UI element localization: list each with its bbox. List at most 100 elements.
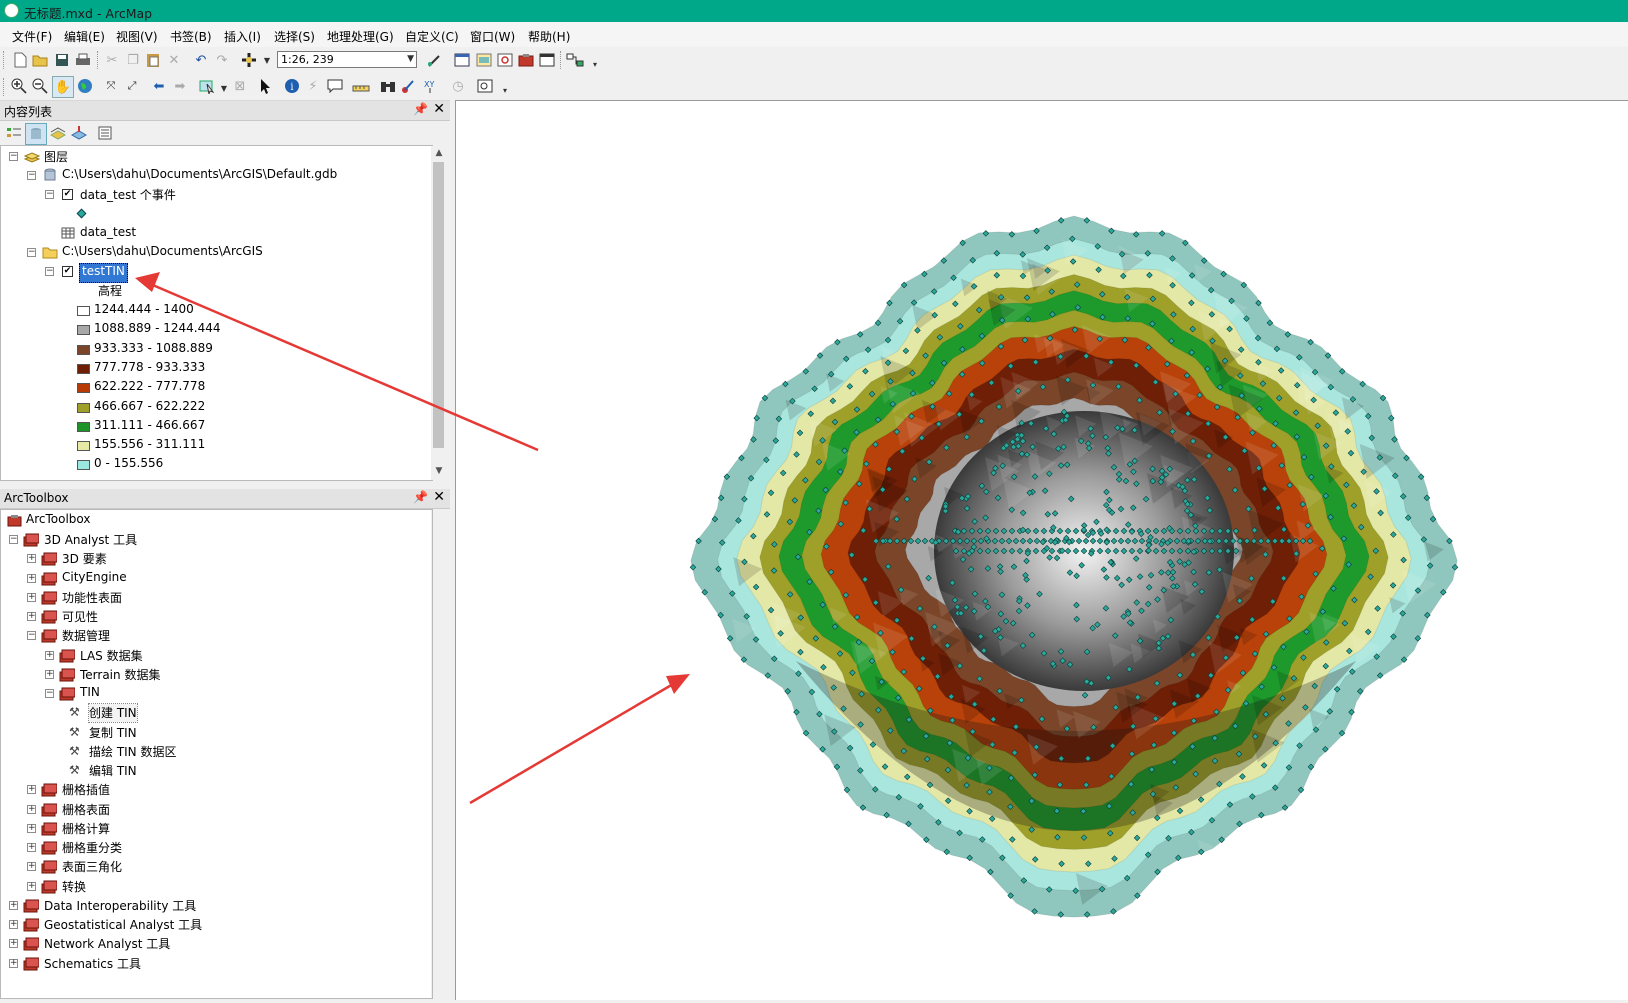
collapse-toggle[interactable]: − [27,631,36,641]
list-by-source-icon[interactable] [25,123,47,145]
collapse-toggle[interactable]: − [45,267,54,276]
table-label[interactable]: data_test [80,225,136,243]
collapse-toggle[interactable]: − [27,171,36,180]
menu-geoprocessing[interactable]: 地理处理(G) [327,28,394,45]
go-to-xy-icon[interactable]: XY [421,77,439,95]
event-layer-label[interactable]: data_test 个事件 [80,186,176,204]
legend-swatch[interactable] [77,383,90,394]
layers-root-label[interactable]: 图层 [44,148,68,166]
expand-toggle[interactable]: + [27,843,36,852]
add-data-icon[interactable] [240,51,258,69]
pin-icon[interactable]: 📌 [413,102,428,116]
toolset-item[interactable]: LAS 数据集 [80,647,143,665]
collapse-toggle[interactable]: − [27,248,36,257]
zoom-in-icon[interactable] [10,77,28,95]
chevron-down-icon[interactable]: ▼ [407,52,414,67]
new-document-icon[interactable] [11,51,29,69]
expand-toggle[interactable]: + [27,881,36,891]
fixed-zoom-in-icon[interactable]: ⤧ [102,77,120,95]
list-by-selection-icon[interactable] [70,124,88,142]
toolset-item[interactable]: 3D 要素 [62,550,107,568]
save-icon[interactable] [53,51,71,69]
toolset-item[interactable]: 功能性表面 [62,589,122,607]
collapse-toggle[interactable]: − [45,190,54,199]
expand-toggle[interactable]: + [27,862,36,872]
toolset-item[interactable]: TIN [80,685,100,703]
full-extent-globe-icon[interactable] [76,77,94,95]
toolbar-options-icon[interactable]: ▾ [586,55,604,73]
fixed-zoom-out-icon[interactable]: ⤢ [123,77,141,95]
expand-toggle[interactable]: + [27,554,36,564]
table-of-contents-icon[interactable] [453,51,471,69]
close-icon[interactable]: ✕ [433,489,445,505]
toolset-item[interactable]: Data Interoperability 工具 [44,897,196,915]
legend-swatch[interactable] [77,325,90,336]
collapse-toggle[interactable]: − [9,535,18,544]
catalog-icon[interactable] [475,51,493,69]
expand-toggle[interactable]: + [27,592,36,602]
layer-visibility-checkbox[interactable]: ✔ [62,189,73,200]
options-icon[interactable] [96,124,114,142]
tool-item[interactable]: 创建 TIN [88,703,138,724]
arctoolbox-icon[interactable] [517,51,535,69]
copy-icon[interactable]: ❐ [124,51,142,69]
create-viewer-window-icon[interactable] [476,77,494,95]
select-features-icon[interactable] [198,77,216,95]
toolset-item[interactable]: 可见性 [62,608,98,626]
toolset-item[interactable]: Geostatistical Analyst 工具 [44,916,202,934]
chevron-down-icon[interactable]: ▼ [258,51,276,69]
expand-toggle[interactable]: + [27,823,36,833]
toolset-item[interactable]: 数据管理 [62,627,110,645]
back-arrow-icon[interactable]: ⬅ [150,77,168,95]
toolbar-grip[interactable] [3,78,7,96]
model-builder-icon[interactable] [566,51,584,69]
gdb-path-label[interactable]: C:\Users\dahu\Documents\ArcGIS\Default.g… [62,167,337,185]
menu-file[interactable]: 文件(F) [12,28,52,45]
hyperlink-icon[interactable]: ⚡ [304,77,322,95]
collapse-toggle[interactable]: − [9,152,18,161]
legend-swatch[interactable] [77,306,90,316]
toolbar-options-icon[interactable]: ▾ [496,81,514,99]
map-scale-combo[interactable]: 1:26, 239 ▼ [277,51,417,68]
toolset-item[interactable]: 表面三角化 [62,858,122,876]
toolset-item[interactable]: 转换 [62,878,86,896]
menu-selection[interactable]: 选择(S) [274,28,315,45]
html-popup-icon[interactable] [326,77,344,95]
toolset-item[interactable]: 栅格插值 [62,781,110,799]
toc-scrollbar[interactable]: ▲ ▼ [431,146,448,480]
toolset-item[interactable]: 栅格表面 [62,801,110,819]
list-by-visibility-icon[interactable] [49,124,67,142]
legend-swatch[interactable] [77,402,90,413]
legend-swatch[interactable] [77,460,90,471]
tool-item[interactable]: 编辑 TIN [89,762,137,780]
expand-toggle[interactable]: + [45,669,54,679]
tool-item[interactable]: 复制 TIN [89,724,137,742]
time-slider-icon[interactable]: ◷ [449,77,467,95]
menu-edit[interactable]: 编辑(E) [64,28,105,45]
find-route-icon[interactable] [400,77,418,95]
menu-bookmarks[interactable]: 书签(B) [170,28,212,45]
map-display[interactable] [455,100,1628,1000]
expand-toggle[interactable]: + [9,900,18,910]
toolset-item[interactable]: Schematics 工具 [44,955,141,973]
scroll-up-icon[interactable]: ▲ [431,148,447,162]
list-by-drawing-order-icon[interactable] [5,124,23,142]
zoom-out-icon[interactable] [31,77,49,95]
select-elements-pointer-icon[interactable] [257,77,275,95]
find-binoculars-icon[interactable] [379,77,397,95]
paste-icon[interactable] [144,51,162,69]
print-icon[interactable] [74,51,92,69]
expand-toggle[interactable]: + [45,650,54,660]
measure-icon[interactable] [352,77,370,95]
menu-customize[interactable]: 自定义(C) [405,28,459,45]
layer-visibility-checkbox[interactable]: ✔ [62,266,73,277]
redo-icon[interactable]: ↷ [213,51,231,69]
pin-icon[interactable]: 📌 [413,490,428,504]
tool-item[interactable]: 描绘 TIN 数据区 [89,743,176,761]
toolset-item[interactable]: CityEngine [62,570,127,588]
undo-icon[interactable]: ↶ [192,51,210,69]
expand-toggle[interactable]: + [9,939,18,949]
python-window-icon[interactable] [538,51,556,69]
tin-layer-label[interactable]: testTIN [79,263,128,283]
toolset-item[interactable]: 栅格重分类 [62,839,122,857]
